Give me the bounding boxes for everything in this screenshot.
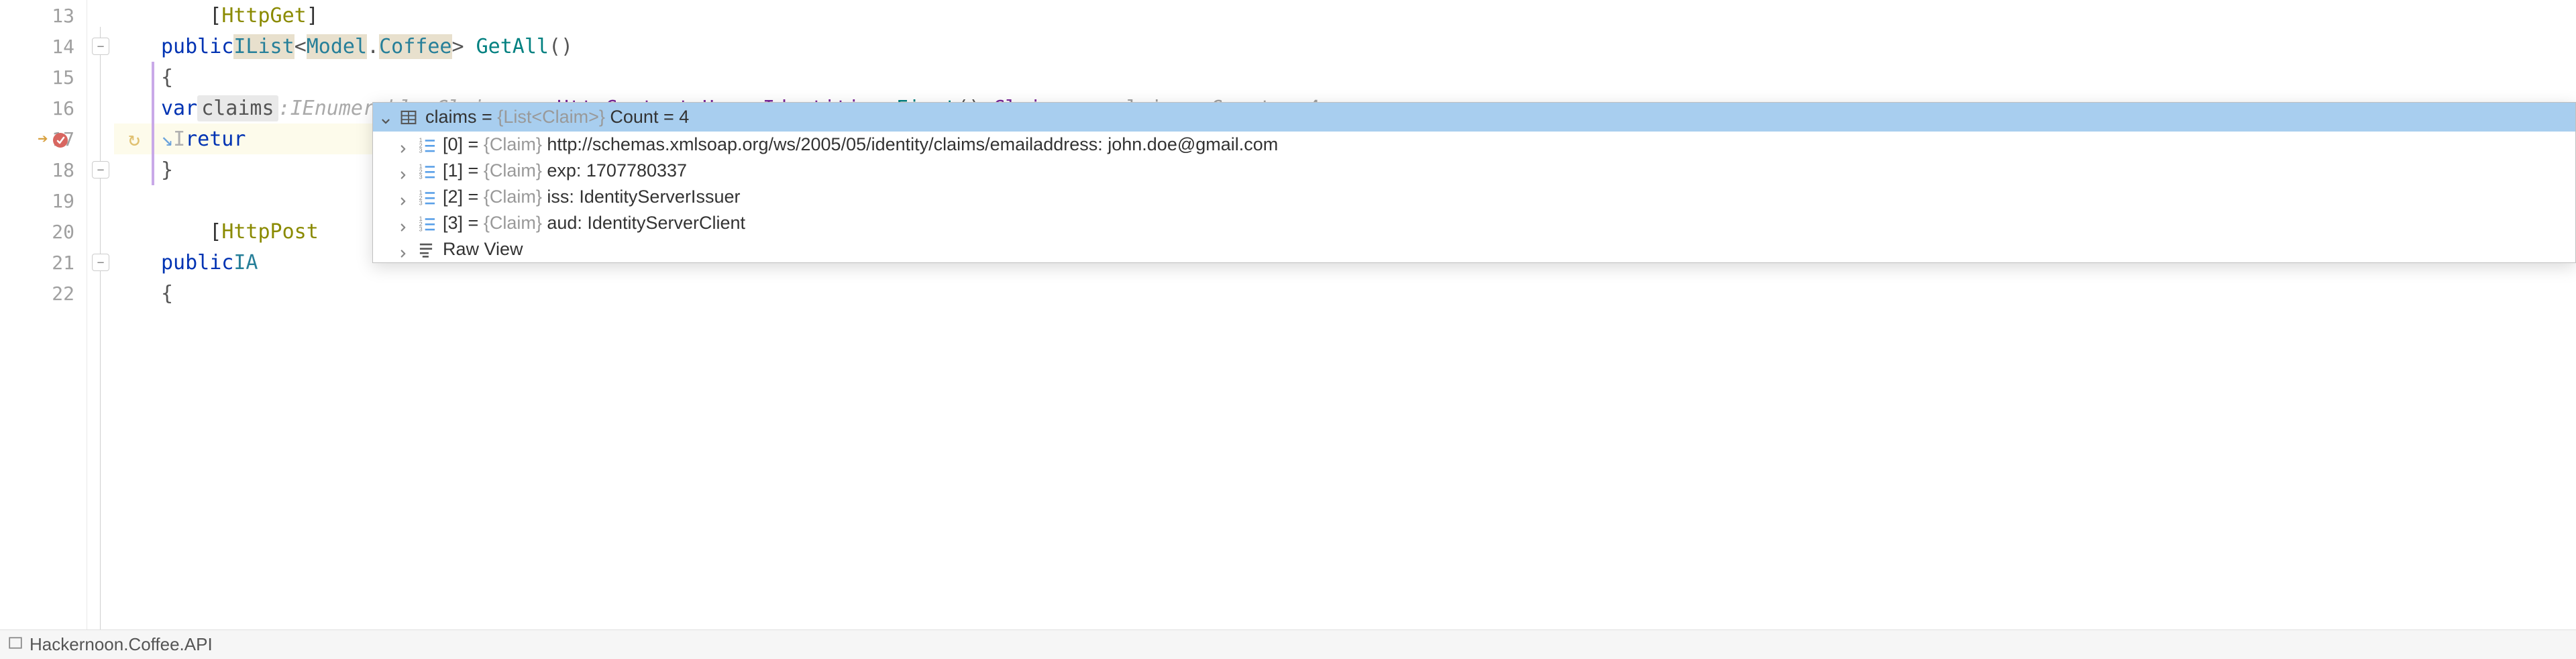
chevron-right-icon[interactable] [397,165,409,177]
fold-gutter: − − − [87,0,114,629]
code-line[interactable]: { [152,62,2576,93]
debug-row[interactable]: 123 [3] = {Claim} aud: IdentityServerCli… [373,210,2575,236]
breakpoint-icon[interactable] [52,131,68,147]
debug-row[interactable]: 123 [1] = {Claim} exp: 1707780337 [373,158,2575,184]
line-number: 21 [0,247,87,278]
line-number: 16 [0,93,87,123]
list-icon: 123 [417,136,435,154]
line-number: 18 [0,154,87,185]
line-number: 22 [0,278,87,309]
svg-text:3: 3 [419,147,423,153]
fold-icon[interactable]: − [92,254,109,271]
svg-text:3: 3 [419,225,423,232]
breadcrumb-bar[interactable]: Hackernoon.Coffee.API [0,629,2576,659]
breadcrumb-item[interactable]: Hackernoon.Coffee.API [30,634,213,655]
svg-text:3: 3 [419,199,423,205]
code-line[interactable]: { [154,278,2576,309]
code-line[interactable]: [HttpGet] [154,0,2576,31]
annotation-gutter: ↻ [114,0,154,629]
svg-text:3: 3 [419,173,423,179]
line-number: 13 [0,0,87,31]
debug-watch-popup[interactable]: claims = {List<Claim>} Count = 4 123 [0]… [372,102,2576,263]
namespace-icon [8,634,23,655]
code-line[interactable]: public IList<Model.Coffee> GetAll() [154,31,2576,62]
step-return-icon: ↻ [128,128,140,151]
execution-arrow-icon: ➔ [38,129,48,149]
line-number: 15 [0,62,87,93]
line-number-current[interactable]: ➔ 17 [0,123,87,154]
chevron-right-icon[interactable] [397,139,409,151]
list-icon: 123 [417,189,435,206]
table-icon [400,109,417,126]
chevron-right-icon[interactable] [397,217,409,230]
chevron-right-icon[interactable] [397,191,409,203]
debug-row[interactable]: 123 [2] = {Claim} iss: IdentityServerIss… [373,184,2575,210]
chevron-right-icon[interactable] [397,244,409,256]
line-number: 20 [0,216,87,247]
debug-popup-header[interactable]: claims = {List<Claim>} Count = 4 [373,103,2575,132]
chevron-down-icon[interactable] [380,111,392,123]
fold-icon[interactable]: − [92,38,109,55]
debug-row[interactable]: 123 [0] = {Claim} http://schemas.xmlsoap… [373,132,2575,158]
line-number: 19 [0,185,87,216]
step-into-icon: ↘I [161,128,185,151]
code-editor[interactable]: [HttpGet] public IList<Model.Coffee> Get… [154,0,2576,629]
debug-raw-view[interactable]: Raw View [373,236,2575,262]
line-number: 14 [0,31,87,62]
list-icon: 123 [417,162,435,180]
list-icon: 123 [417,215,435,232]
line-number-gutter: 13 14 15 16 ➔ 17 18 19 20 21 22 [0,0,87,629]
fold-icon[interactable]: − [92,161,109,179]
raw-icon [417,241,435,258]
